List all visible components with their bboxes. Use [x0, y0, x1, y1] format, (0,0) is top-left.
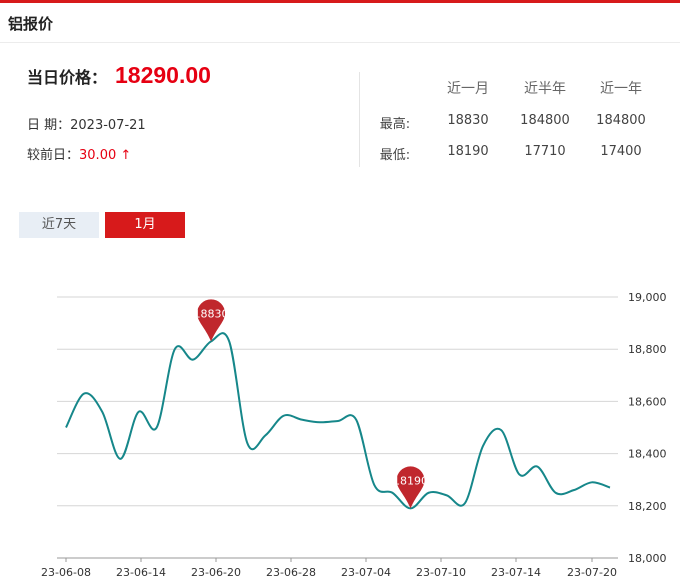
tab-7-days[interactable]: 近7天: [19, 212, 99, 238]
stats-header: 近半年: [524, 81, 566, 97]
date-text: 日 期：2023-07-21: [27, 118, 146, 133]
marker-label: 18830: [194, 307, 229, 320]
x-tick-label: 23-07-14: [491, 566, 541, 579]
stats-header: 近一年: [600, 81, 642, 97]
stats-value: 184800: [596, 113, 646, 128]
extreme-marker: 18830: [194, 299, 229, 342]
range-tabs: 近7天 1月: [19, 212, 185, 238]
stats-header-row: 近一月 近半年 近一年: [380, 78, 670, 98]
price-value: 18290.00: [115, 62, 211, 88]
tab-1-month[interactable]: 1月: [105, 212, 185, 238]
x-tick-label: 23-07-10: [416, 566, 466, 579]
y-tick-label: 19,000: [628, 291, 667, 304]
price-line-chart: 19,000 18,800 18,600 18,400 18,200 18,000 23-0…: [41, 291, 667, 579]
panel-title: 铝报价: [8, 15, 54, 33]
extreme-marker: 18190: [393, 466, 428, 509]
change-row: 较前日：30.00 ↑: [27, 144, 131, 163]
x-tick-label: 23-06-08: [41, 566, 91, 579]
price-series-line: [65, 332, 611, 510]
y-tick-label: 18,600: [628, 395, 667, 408]
change-value: 30.00 ↑: [79, 148, 132, 163]
stats-row-label: 最高:: [379, 117, 411, 132]
stats-row-low: 最低: 18190 17710 17400: [380, 144, 670, 164]
panel-header: 铝报价: [0, 3, 680, 43]
price-row: 当日价格： 18290.00: [27, 62, 347, 89]
stats-row-high: 最高: 18830 184800 184800: [380, 113, 670, 133]
change-label: 较前日：: [27, 148, 80, 163]
stats-row-label: 最低:: [379, 148, 411, 163]
y-tick-label: 18,400: [628, 448, 667, 461]
summary-divider: [359, 72, 360, 167]
x-tick-label: 23-07-20: [567, 566, 617, 579]
x-tick-label: 23-06-14: [116, 566, 166, 579]
x-tick-label: 23-06-20: [191, 566, 241, 579]
stats-value: 17710: [524, 144, 566, 159]
marker-label: 18190: [393, 474, 428, 487]
price-label: 当日价格：: [27, 68, 108, 87]
price-summary: 当日价格： 18290.00 日 期：2023-07-21 较前日：30.00 …: [27, 62, 347, 163]
y-tick-label: 18,800: [628, 343, 667, 356]
stats-header: 近一月: [447, 81, 489, 97]
stats-value: 18190: [447, 144, 489, 159]
y-tick-label: 18,000: [628, 552, 667, 565]
stats-value: 184800: [520, 113, 570, 128]
stats-value: 17400: [600, 144, 642, 159]
x-tick-label: 23-06-28: [266, 566, 316, 579]
stats-value: 18830: [447, 113, 489, 128]
y-tick-label: 18,200: [628, 500, 667, 513]
x-tick-label: 23-07-04: [341, 566, 391, 579]
